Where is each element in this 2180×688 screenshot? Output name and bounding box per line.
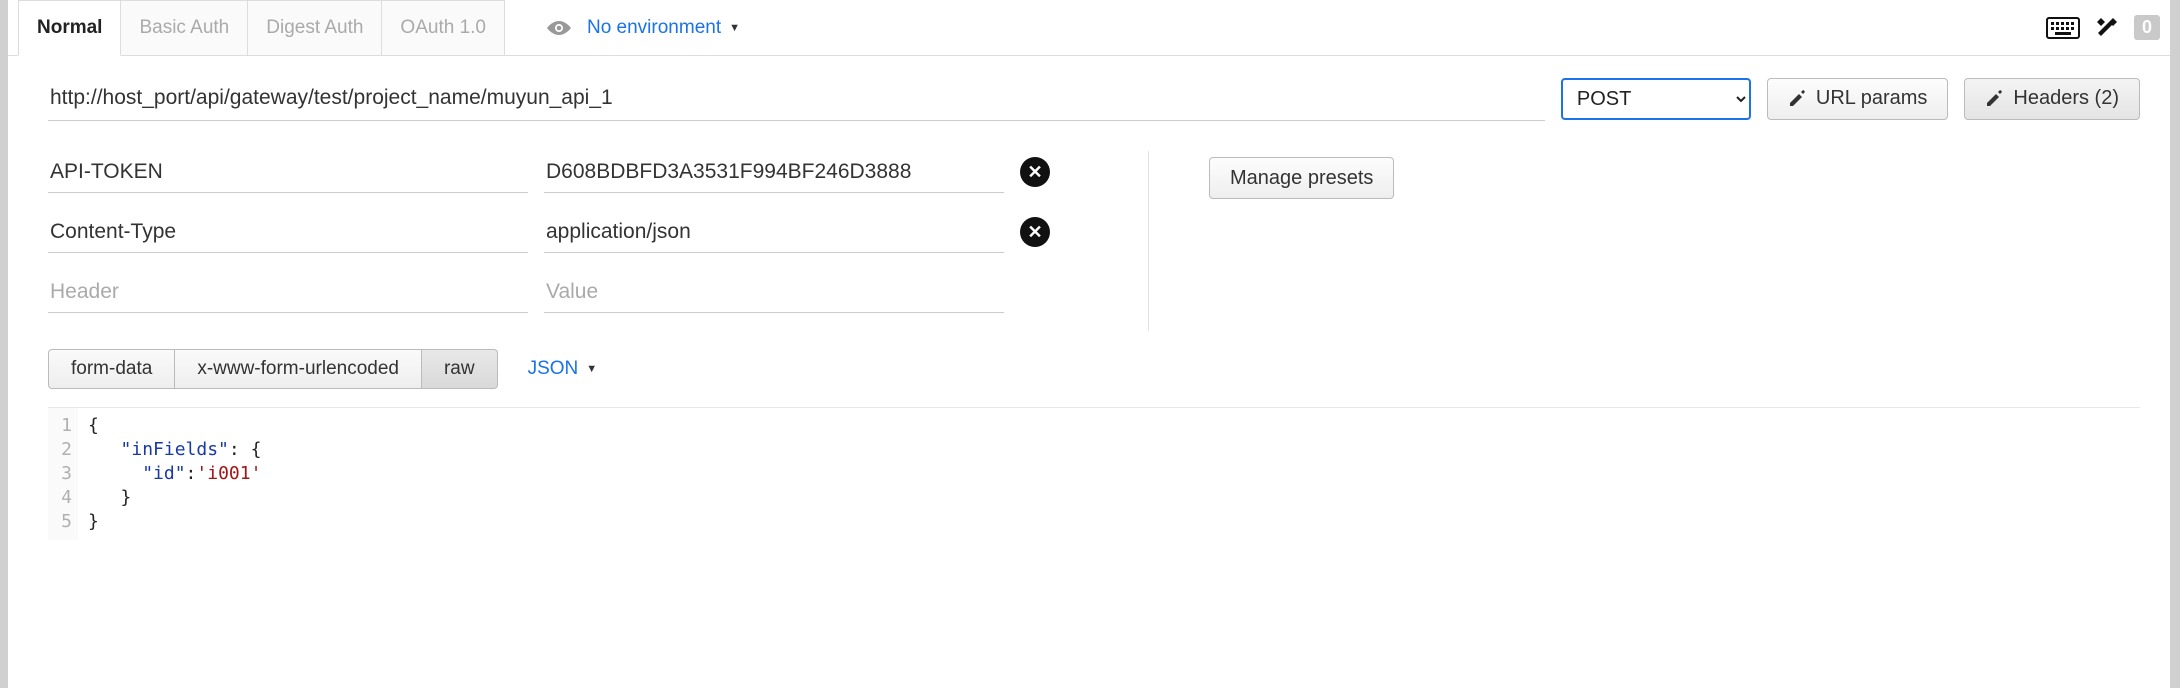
- header-value-input[interactable]: [544, 151, 1004, 193]
- header-key-input[interactable]: [48, 211, 528, 253]
- http-method-select[interactable]: POST: [1561, 78, 1751, 120]
- url-input[interactable]: [48, 76, 1545, 121]
- header-value-input[interactable]: [544, 271, 1004, 313]
- caret-down-icon: ▼: [586, 363, 597, 375]
- body-format-label: JSON: [528, 358, 579, 380]
- eye-icon[interactable]: [545, 18, 573, 38]
- header-key-input[interactable]: [48, 151, 528, 193]
- environment-label: No environment: [587, 17, 721, 39]
- edit-icon: [1985, 90, 2003, 108]
- delete-header-button[interactable]: ✕: [1020, 157, 1050, 187]
- body-format-dropdown[interactable]: JSON ▼: [528, 358, 598, 380]
- header-row: ✕: [48, 151, 1088, 193]
- url-row: POST URL params Headers (2): [8, 56, 2180, 131]
- delete-header-button[interactable]: ✕: [1020, 217, 1050, 247]
- manage-presets-button[interactable]: Manage presets: [1209, 157, 1394, 199]
- headers-button[interactable]: Headers (2): [1964, 78, 2140, 120]
- url-params-button[interactable]: URL params: [1767, 78, 1949, 120]
- close-icon: ✕: [1027, 222, 1042, 243]
- settings-icon[interactable]: [2094, 15, 2120, 41]
- header-value-input[interactable]: [544, 211, 1004, 253]
- json-key: "id": [142, 463, 185, 484]
- body-tab-formdata[interactable]: form-data: [48, 349, 175, 389]
- auth-tab-digest[interactable]: Digest Auth: [248, 0, 382, 55]
- keyboard-icon[interactable]: [2046, 17, 2080, 39]
- header-row-new: [48, 271, 1088, 313]
- body-editor[interactable]: 1 2 3 4 5 { "inFields": { "id":'i001' } …: [48, 407, 2140, 540]
- header-key-input[interactable]: [48, 271, 528, 313]
- top-bar: Normal Basic Auth Digest Auth OAuth 1.0 …: [8, 0, 2180, 56]
- auth-tab-normal[interactable]: Normal: [18, 0, 121, 56]
- auth-tab-oauth[interactable]: OAuth 1.0: [382, 0, 505, 55]
- body-type-row: form-data x-www-form-urlencoded raw JSON…: [8, 341, 2180, 389]
- headers-table: ✕ ✕: [48, 151, 1088, 331]
- environment-dropdown[interactable]: No environment ▼: [587, 17, 740, 39]
- code-content[interactable]: { "inFields": { "id":'i001' } }: [78, 408, 261, 540]
- body-tab-urlencoded[interactable]: x-www-form-urlencoded: [175, 349, 422, 389]
- headers-section: ✕ ✕ Manage presets: [8, 131, 2180, 341]
- environment-block: No environment ▼: [545, 17, 740, 39]
- topbar-right: 0: [2046, 0, 2160, 55]
- presets-column: Manage presets: [1209, 151, 1394, 199]
- json-string: 'i001': [196, 463, 261, 484]
- auth-tabs: Normal Basic Auth Digest Auth OAuth 1.0: [18, 0, 505, 55]
- auth-tab-basic[interactable]: Basic Auth: [121, 0, 248, 55]
- notification-badge[interactable]: 0: [2134, 15, 2160, 40]
- line-gutter: 1 2 3 4 5: [48, 408, 78, 540]
- close-icon: ✕: [1027, 162, 1042, 183]
- url-params-label: URL params: [1816, 87, 1928, 110]
- scrollbar-track[interactable]: [2170, 0, 2180, 688]
- vertical-divider: [1148, 151, 1149, 331]
- header-row: ✕: [48, 211, 1088, 253]
- manage-presets-label: Manage presets: [1230, 167, 1373, 190]
- json-key: "inFields": [121, 439, 229, 460]
- headers-label: Headers (2): [2013, 87, 2119, 110]
- caret-down-icon: ▼: [729, 22, 740, 34]
- body-type-tabs: form-data x-www-form-urlencoded raw: [48, 349, 498, 389]
- body-tab-raw[interactable]: raw: [422, 349, 498, 389]
- edit-icon: [1788, 90, 1806, 108]
